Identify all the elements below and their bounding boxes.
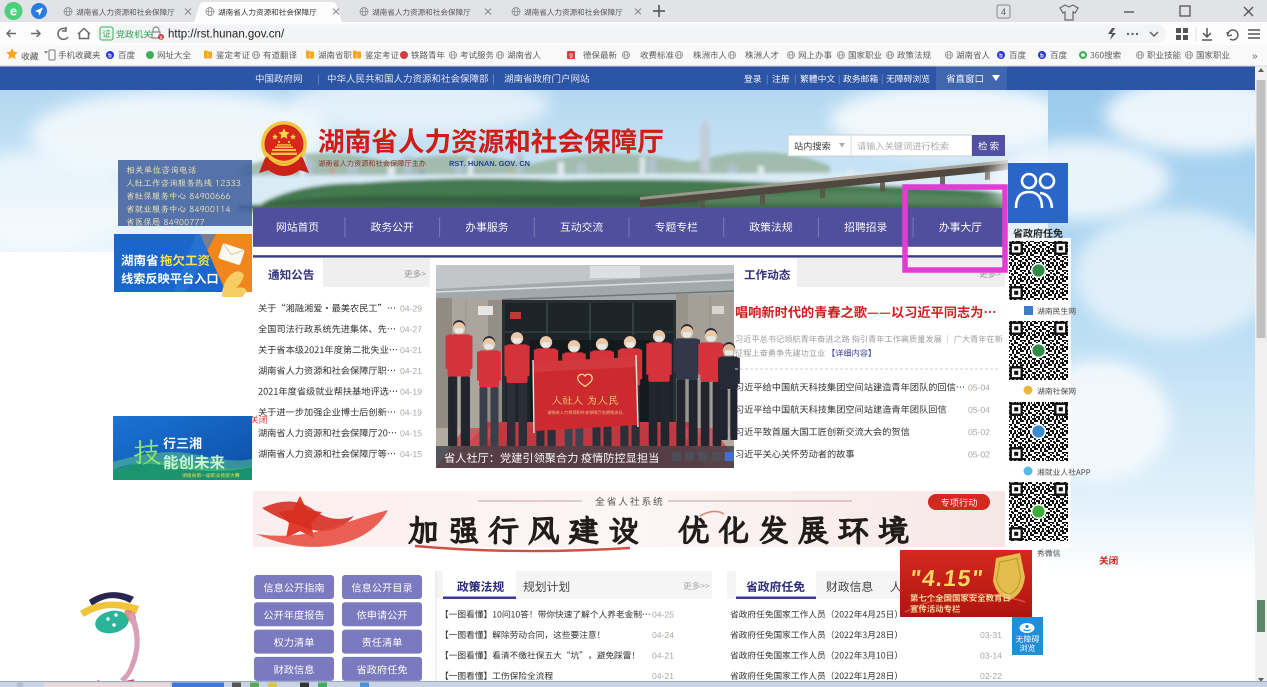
svg-text:»: » [1252,51,1258,62]
svg-text:e: e [10,4,17,19]
svg-text:4: 4 [1001,7,1006,17]
svg-text:b: b [1040,54,1044,60]
svg-text:9: 9 [569,53,573,60]
svg-text:b: b [108,54,112,60]
svg-text:http://rst.hunan.gov.cn/: http://rst.hunan.gov.cn/ [168,29,285,41]
svg-text:x: x [160,36,163,42]
svg-text:b: b [999,54,1003,60]
